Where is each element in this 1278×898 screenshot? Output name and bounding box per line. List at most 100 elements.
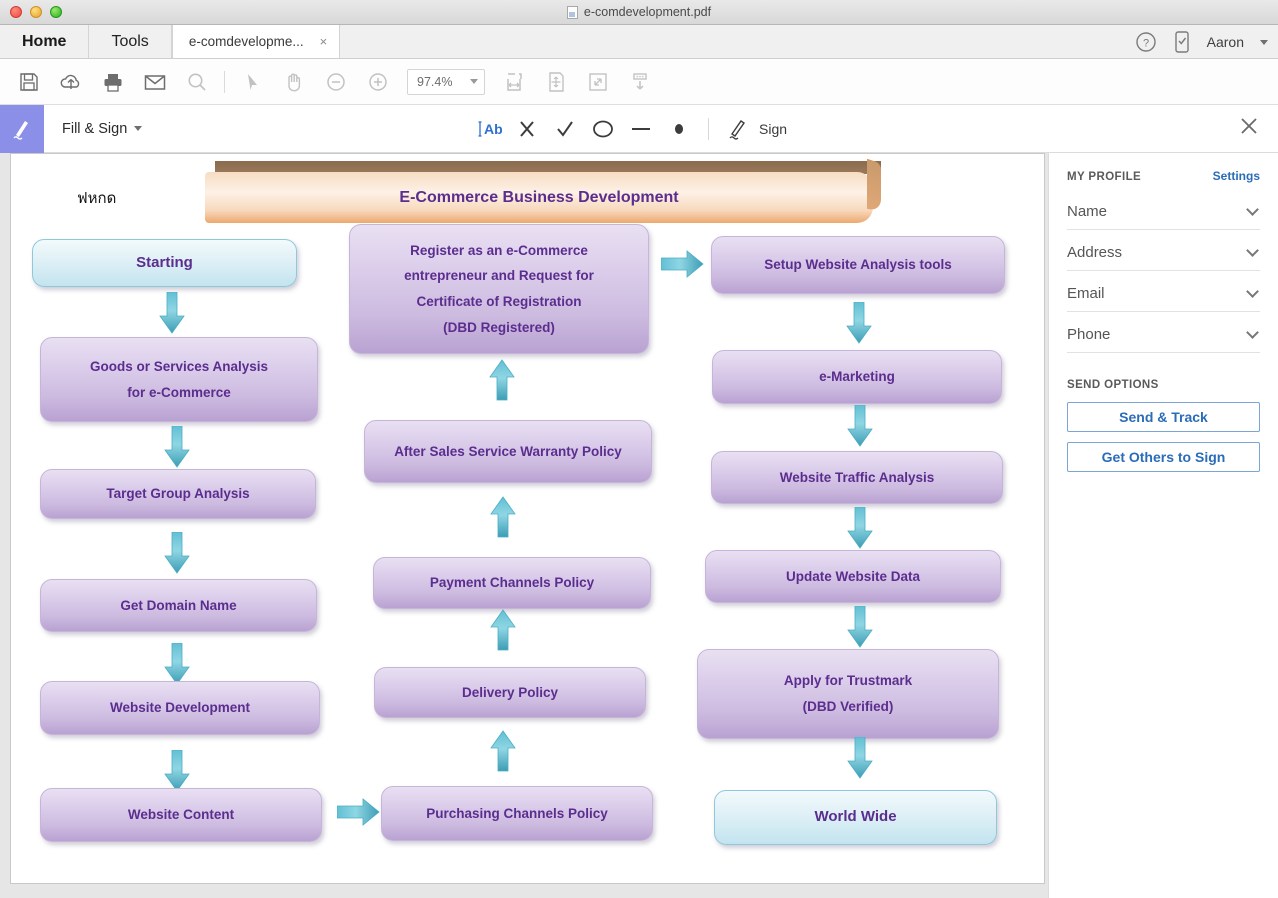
main-toolbar: 97.4%: [0, 59, 1278, 105]
expand-arrows-icon[interactable]: [577, 61, 619, 103]
profile-field-name-label: Name: [1067, 203, 1108, 220]
get-others-to-sign-button[interactable]: Get Others to Sign: [1067, 442, 1260, 472]
node-target-group-label: Target Group Analysis: [106, 486, 250, 502]
fit-page-icon[interactable]: [535, 61, 577, 103]
node-payment-channels-policy: Payment Channels Policy: [373, 557, 651, 609]
line-tool[interactable]: [622, 109, 660, 149]
profile-field-phone-label: Phone: [1067, 326, 1111, 343]
sign-label: Sign: [759, 120, 788, 137]
signature-icon: [729, 119, 745, 140]
node-website-development: Website Development: [40, 681, 320, 735]
chevron-down-icon: [1246, 285, 1259, 298]
magnifier-icon[interactable]: [176, 61, 218, 103]
node-get-domain-name: Get Domain Name: [40, 579, 317, 632]
toolbar-divider: [708, 117, 709, 140]
diagram-title-banner: E-Commerce Business Development: [205, 161, 881, 223]
send-and-track-button[interactable]: Send & Track: [1067, 402, 1260, 432]
fill-and-sign-mode-button[interactable]: Fill & Sign: [62, 120, 143, 137]
circle-tool[interactable]: [584, 109, 622, 149]
node-website-content: Website Content: [40, 788, 322, 842]
node-starting-label: Starting: [136, 253, 193, 271]
account-area: ? Aaron: [1135, 25, 1268, 59]
tab-home-label: Home: [22, 32, 67, 50]
tab-document-label: e-comdevelopme...: [188, 34, 304, 49]
help-circle-icon[interactable]: ?: [1135, 31, 1157, 53]
node-trustmark-line2: (DBD Verified): [802, 699, 894, 714]
cloud-upload-icon[interactable]: [50, 61, 92, 103]
node-world-wide-label: World Wide: [814, 808, 897, 826]
arrow-up-icon: [490, 609, 516, 651]
hand-icon[interactable]: [273, 61, 315, 103]
annotation-text[interactable]: ฟหกด: [77, 186, 116, 210]
svg-text:Ab: Ab: [484, 121, 502, 137]
zoom-out-button[interactable]: [315, 61, 357, 103]
node-apply-for-trustmark: Apply for Trustmark (DBD Verified): [697, 649, 999, 739]
node-register-line1: Register as an e-Commerce: [410, 242, 588, 258]
document-pane[interactable]: E-Commerce Business Development ฟหกด Sta…: [0, 153, 1048, 898]
node-goods-services-analysis: Goods or Services Analysis for e-Commerc…: [40, 337, 318, 422]
node-register-line4: (DBD Registered): [443, 319, 555, 335]
chevron-down-icon: [134, 126, 143, 131]
close-fill-and-sign-icon[interactable]: [1238, 115, 1260, 142]
node-after-sales-service-warranty-policy: After Sales Service Warranty Policy: [364, 420, 652, 483]
tab-home[interactable]: Home: [0, 25, 90, 58]
chevron-down-icon: [1246, 203, 1259, 216]
profile-field-address[interactable]: Address: [1067, 230, 1260, 271]
node-goods-services-line2: for e-Commerce: [127, 384, 231, 400]
zoom-level-value: 97.4%: [417, 74, 453, 89]
tab-tools[interactable]: Tools: [89, 25, 172, 58]
arrow-down-icon: [164, 426, 190, 468]
chevron-down-icon: [1246, 244, 1259, 257]
printer-icon[interactable]: [92, 61, 134, 103]
settings-link[interactable]: Settings: [1213, 169, 1260, 183]
add-text-tool[interactable]: Ab: [470, 109, 508, 149]
save-button[interactable]: [8, 61, 50, 103]
envelope-icon[interactable]: [134, 61, 176, 103]
scroll-down-icon[interactable]: [619, 61, 661, 103]
sign-button[interactable]: Sign: [725, 116, 787, 142]
account-username[interactable]: Aaron: [1207, 34, 1244, 50]
arrow-down-icon: [847, 606, 873, 648]
arrow-down-icon: [159, 292, 185, 334]
arrow-down-icon: [847, 507, 873, 549]
node-purchasing-channels-policy: Purchasing Channels Policy: [381, 786, 653, 841]
arrow-down-icon: [164, 532, 190, 574]
fill-sign-sidebar: MY PROFILE Settings Name Address Email P…: [1048, 153, 1278, 898]
cursor-arrow-icon[interactable]: [231, 61, 273, 103]
profile-field-address-label: Address: [1067, 244, 1123, 261]
tab-close-icon[interactable]: ×: [320, 34, 328, 49]
node-update-data-label: Update Website Data: [785, 568, 921, 584]
node-purchasing-channels-label: Purchasing Channels Policy: [426, 805, 608, 821]
chevron-down-icon: [1246, 326, 1259, 339]
fit-width-icon[interactable]: [493, 61, 535, 103]
mobile-link-icon[interactable]: [1173, 30, 1191, 54]
zoom-in-button[interactable]: [357, 61, 399, 103]
account-chevron-down-icon[interactable]: [1260, 39, 1268, 45]
node-after-sales-label: After Sales Service Warranty Policy: [394, 443, 622, 459]
node-register-line3: Certificate of Registration: [416, 294, 582, 309]
window-title-bar: e-comdevelopment.pdf: [0, 0, 1278, 25]
node-goods-services-line1: Goods or Services Analysis: [89, 358, 269, 374]
node-target-group-analysis: Target Group Analysis: [40, 469, 316, 519]
check-mark-tool[interactable]: [546, 109, 584, 149]
profile-field-phone[interactable]: Phone: [1067, 312, 1260, 353]
node-update-website-data: Update Website Data: [705, 550, 1001, 603]
zoom-level-select[interactable]: 97.4%: [407, 68, 485, 95]
profile-field-name[interactable]: Name: [1067, 189, 1260, 230]
node-register-e-commerce: Register as an e-Commerce entrepreneur a…: [349, 224, 649, 354]
send-options-title: SEND OPTIONS: [1067, 379, 1159, 391]
node-website-traffic-analysis: Website Traffic Analysis: [711, 451, 1003, 504]
flowchart-diagram: E-Commerce Business Development ฟหกด Sta…: [11, 154, 1046, 885]
dot-tool[interactable]: [660, 109, 698, 149]
node-website-content-label: Website Content: [127, 807, 235, 823]
tab-document[interactable]: e-comdevelopme... ×: [171, 25, 341, 58]
cross-mark-tool[interactable]: [508, 109, 546, 149]
arrow-down-icon: [164, 643, 190, 685]
chevron-down-icon: [470, 79, 478, 84]
arrow-right-icon: [337, 798, 380, 826]
profile-field-email[interactable]: Email: [1067, 271, 1260, 312]
sidebar-profile-header: MY PROFILE Settings: [1067, 169, 1260, 183]
toolbar-divider: [224, 70, 225, 93]
fill-and-sign-mode-label: Fill & Sign: [62, 120, 128, 137]
window-title: e-comdevelopment.pdf: [0, 5, 1278, 19]
